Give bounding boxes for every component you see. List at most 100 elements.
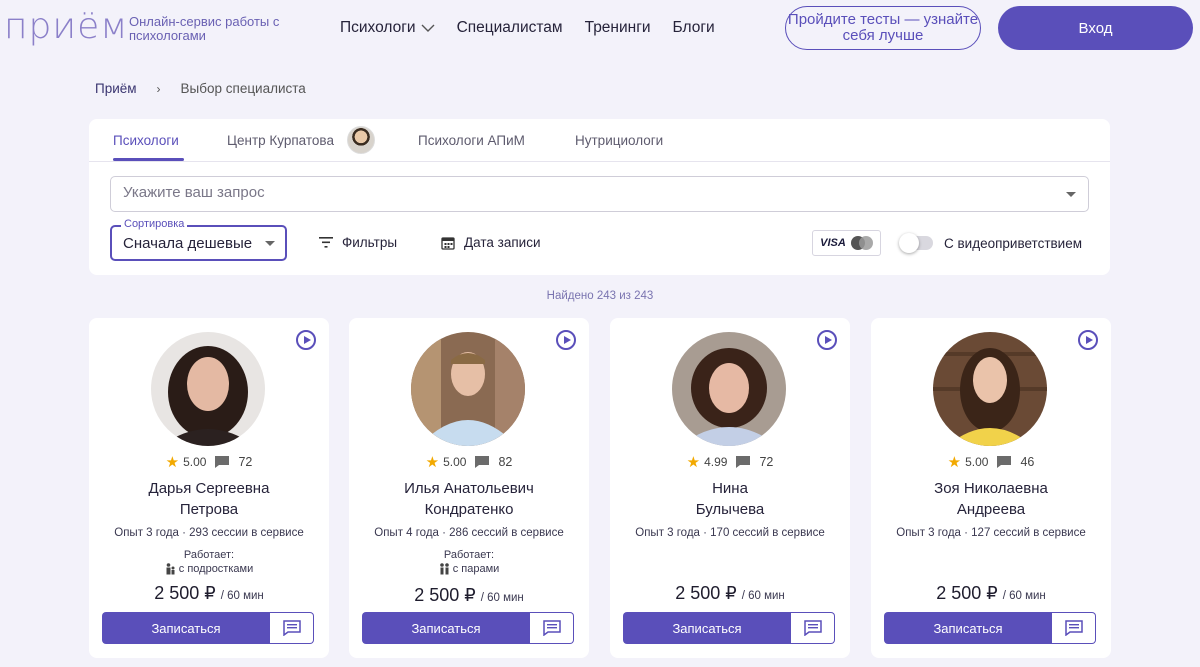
video-greeting-toggle[interactable] — [899, 233, 933, 253]
reviews-count: 72 — [759, 455, 774, 469]
rating: 5.00 — [183, 455, 207, 469]
chat-icon — [1064, 620, 1083, 636]
star-icon: ★ — [165, 454, 180, 471]
card-stats: ★ 5.00 82 — [349, 453, 589, 471]
payment-cards-filter[interactable]: VISA — [812, 230, 881, 256]
specialist-photo — [672, 332, 786, 446]
date-label: Дата записи — [464, 235, 541, 250]
price-unit: / 60 мин — [220, 590, 264, 602]
nav-item-blogs[interactable]: Блоги — [673, 19, 715, 37]
results-count: Найдено 243 из 243 — [546, 290, 654, 302]
sort-label: Сортировка — [121, 218, 188, 230]
card-stats: ★ 5.00 72 — [89, 453, 329, 471]
specialist-name[interactable]: Илья Анатольевич Кондратенко — [349, 478, 589, 520]
nav-label: Тренинги — [584, 19, 651, 36]
mastercard-icon — [850, 236, 873, 250]
tab-nutritionists[interactable]: Нутрициологи — [575, 133, 663, 148]
comment-icon — [997, 456, 1012, 468]
experience: Опыт 3 года · 293 сессии в сервисе — [114, 527, 304, 539]
chat-icon — [803, 620, 822, 636]
calendar-icon — [441, 236, 455, 250]
kurpatov-avatar — [347, 126, 375, 154]
nav-label: Специалистам — [456, 19, 563, 36]
name-line: Нина — [712, 480, 748, 497]
search-input[interactable] — [123, 184, 1023, 201]
message-button[interactable] — [791, 612, 835, 644]
name-line: Илья Анатольевич — [404, 480, 534, 497]
card-stats: ★ 5.00 46 — [871, 453, 1111, 471]
dropdown-caret-icon — [1066, 192, 1076, 197]
name-line: Булычева — [695, 501, 765, 518]
price-unit: / 60 мин — [480, 592, 524, 604]
name-line: Петрова — [179, 501, 239, 518]
specialist-card[interactable]: ★ 5.00 46 Зоя Николаевна Андреева Опыт 3… — [871, 318, 1111, 658]
sort-value: Сначала дешевые — [123, 235, 253, 252]
specialist-name[interactable]: Нина Булычева — [610, 478, 850, 520]
star-icon: ★ — [686, 454, 701, 471]
price-amount: 2 500 ₽ — [414, 585, 476, 605]
book-button[interactable]: Записаться — [884, 612, 1052, 644]
teen-icon — [166, 563, 175, 575]
tab-psychologists[interactable]: Психологи — [113, 133, 179, 148]
specialist-tabs: Психологи Центр Курпатова Психологи АПиМ… — [89, 119, 1110, 162]
logo[interactable]: приём — [4, 6, 128, 47]
book-button[interactable]: Записаться — [102, 612, 270, 644]
nav-item-trainings[interactable]: Тренинги — [585, 19, 651, 37]
works-value: с подростками — [178, 563, 254, 575]
filters-button[interactable]: Фильтры — [319, 235, 397, 250]
header: приём Онлайн-сервис работы с психологами… — [0, 0, 1200, 60]
comment-icon — [475, 456, 490, 468]
tab-kurpatov-center[interactable]: Центр Курпатова — [227, 133, 334, 148]
visa-logo: VISA — [820, 237, 846, 249]
specialist-card[interactable]: ★ 5.00 72 Дарья Сергеевна Петрова Опыт 3… — [89, 318, 329, 658]
price: 2 500 ₽ / 60 мин — [610, 583, 850, 604]
price: 2 500 ₽ / 60 мин — [89, 583, 329, 604]
main-nav: Психологи Специалистам Тренинги Блоги — [340, 19, 715, 37]
filter-panel: Психологи Центр Курпатова Психологи АПиМ… — [89, 119, 1110, 275]
play-video-icon[interactable] — [1078, 330, 1098, 350]
book-button[interactable]: Записаться — [623, 612, 791, 644]
breadcrumb: Приём › Выбор специалиста — [95, 81, 306, 96]
sort-select[interactable]: Сортировка Сначала дешевые — [110, 218, 287, 261]
breadcrumb-home[interactable]: Приём — [95, 81, 137, 96]
couple-icon — [439, 563, 449, 575]
name-line: Кондратенко — [424, 501, 514, 518]
message-button[interactable] — [530, 612, 574, 644]
search-select[interactable] — [110, 176, 1089, 212]
price-amount: 2 500 ₽ — [154, 583, 216, 603]
reviews-count: 46 — [1020, 455, 1035, 469]
breadcrumb-separator: › — [156, 81, 161, 96]
name-line: Зоя Николаевна — [934, 480, 1048, 497]
nav-label: Блоги — [672, 19, 715, 36]
active-tab-indicator — [113, 158, 184, 161]
specialist-card[interactable]: ★ 5.00 82 Илья Анатольевич Кондратенко О… — [349, 318, 589, 658]
price-amount: 2 500 ₽ — [936, 583, 998, 603]
chevron-down-icon — [421, 24, 435, 32]
works-value: с парами — [452, 563, 500, 575]
price-unit: / 60 мин — [1002, 590, 1046, 602]
specialist-card[interactable]: ★ 4.99 72 Нина Булычева Опыт 3 года · 17… — [610, 318, 850, 658]
name-line: Андреева — [956, 501, 1026, 518]
dropdown-caret-icon — [265, 241, 275, 246]
login-button[interactable]: Вход — [998, 6, 1193, 50]
play-video-icon[interactable] — [296, 330, 316, 350]
works-with: Работает: с парами — [349, 548, 589, 576]
comment-icon — [215, 456, 230, 468]
rating: 4.99 — [704, 455, 728, 469]
specialist-name[interactable]: Дарья Сергеевна Петрова — [89, 478, 329, 520]
price: 2 500 ₽ / 60 мин — [871, 583, 1111, 604]
nav-item-specialists[interactable]: Специалистам — [457, 19, 563, 37]
star-icon: ★ — [947, 454, 962, 471]
rating: 5.00 — [965, 455, 989, 469]
message-button[interactable] — [270, 612, 314, 644]
date-button[interactable]: Дата записи — [441, 235, 541, 250]
specialist-name[interactable]: Зоя Николаевна Андреева — [871, 478, 1111, 520]
play-video-icon[interactable] — [817, 330, 837, 350]
message-button[interactable] — [1052, 612, 1096, 644]
take-tests-button[interactable]: Пройдите тесты — узнайте себя лучше — [785, 6, 981, 50]
nav-item-psychologists[interactable]: Психологи — [340, 19, 435, 37]
tab-apim-psychologists[interactable]: Психологи АПиМ — [418, 133, 525, 148]
play-video-icon[interactable] — [556, 330, 576, 350]
book-button[interactable]: Записаться — [362, 612, 530, 644]
name-line: Дарья Сергеевна — [148, 480, 270, 497]
